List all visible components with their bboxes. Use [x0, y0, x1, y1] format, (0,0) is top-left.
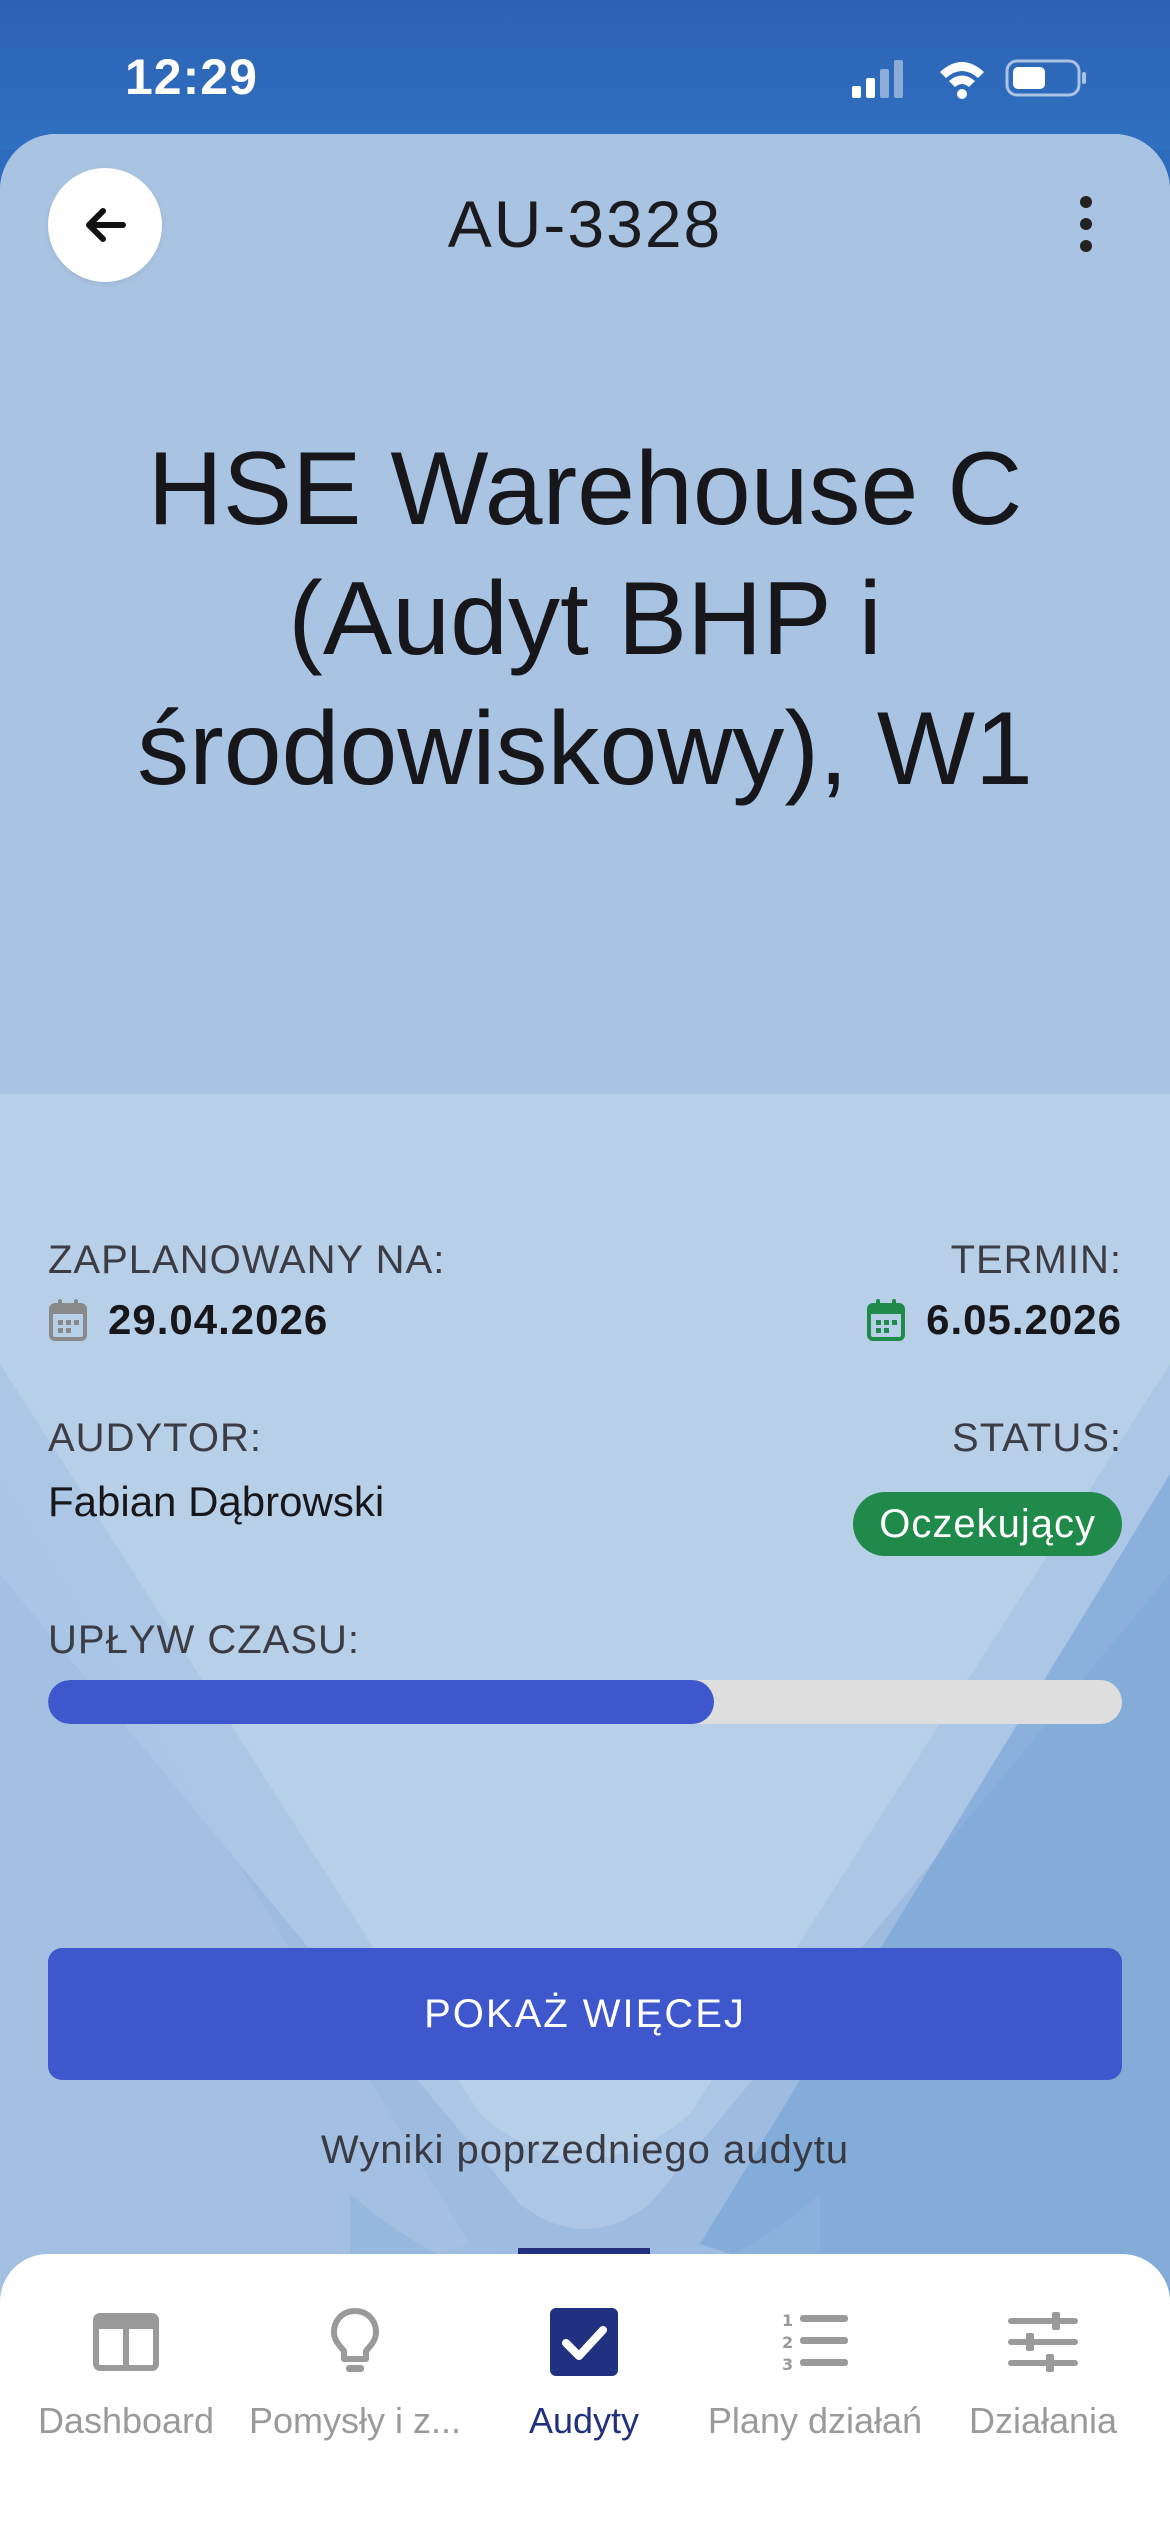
- status-bar: 12:29: [0, 0, 1170, 150]
- dashboard-icon: [93, 2313, 159, 2371]
- svg-text:2: 2: [782, 2333, 793, 2352]
- previous-audit-results-link[interactable]: Wyniki poprzedniego audytu: [0, 2128, 1170, 2173]
- svg-text:3: 3: [782, 2355, 793, 2374]
- nav-label-action-plans: Plany działań: [707, 2400, 923, 2441]
- more-options-button[interactable]: [1042, 174, 1130, 274]
- background-decoration: [0, 1364, 1170, 2394]
- status-time: 12:29: [125, 49, 258, 105]
- battery-icon: [1005, 59, 1086, 97]
- planned-date: 29.04.2026: [48, 1296, 328, 1344]
- nav-label-dashboard: Dashboard: [37, 2400, 215, 2441]
- audit-code: AU-3328: [447, 187, 723, 261]
- calendar-icon: [49, 1299, 87, 1341]
- deadline-date-value: 6.05.2026: [926, 1296, 1122, 1343]
- planned-date-value: 29.04.2026: [108, 1296, 329, 1343]
- nav-label-audits: Audyty: [528, 2400, 640, 2441]
- checkbox-icon: [550, 2308, 618, 2376]
- auditor-label: AUDYTOR:: [48, 1416, 262, 1460]
- lightbulb-icon: [331, 2308, 379, 2372]
- nav-item-actions[interactable]: Działania: [928, 2302, 1158, 2462]
- svg-text:1: 1: [782, 2311, 793, 2330]
- nav-item-dashboard[interactable]: Dashboard: [11, 2302, 241, 2462]
- bottom-navigation: Dashboard Pomysły i z... Audyty 1 2 3 Pl…: [0, 2254, 1170, 2532]
- status-label: STATUS:: [952, 1416, 1122, 1460]
- nav-item-ideas[interactable]: Pomysły i z...: [240, 2302, 470, 2462]
- nav-item-action-plans[interactable]: 1 2 3 Plany działań: [700, 2302, 930, 2462]
- wifi-icon: [940, 62, 984, 99]
- status-badge: Oczekujący: [853, 1492, 1122, 1556]
- audit-detail-sheet: AU-3328 HSE Warehouse C (Audyt BHP i śro…: [0, 134, 1170, 2532]
- time-elapsed-progress-bar: [48, 1680, 1122, 1724]
- audit-title: HSE Warehouse C (Audyt BHP i środowiskow…: [137, 431, 1033, 807]
- numbered-list-icon: 1 2 3: [782, 2311, 848, 2374]
- vertical-dots-icon: [1080, 196, 1092, 252]
- status-icons: [826, 56, 1086, 100]
- time-elapsed-label: UPŁYW CZASU:: [48, 1618, 361, 1662]
- nav-label-actions: Działania: [968, 2400, 1118, 2441]
- nav-label-ideas: Pomysły i z...: [248, 2400, 462, 2441]
- planned-date-label: ZAPLANOWANY NA:: [48, 1238, 446, 1282]
- show-more-button[interactable]: POKAŻ WIĘCEJ: [48, 1948, 1122, 2080]
- nav-item-audits[interactable]: Audyty: [469, 2302, 699, 2462]
- sliders-icon: [1008, 2312, 1078, 2372]
- deadline-label: TERMIN:: [950, 1238, 1122, 1282]
- cellular-signal-icon: [852, 60, 903, 98]
- deadline-date: 6.05.2026: [866, 1296, 1122, 1344]
- time-elapsed-progress-fill: [48, 1680, 714, 1724]
- calendar-icon: [867, 1299, 906, 1341]
- auditor-name: Fabian Dąbrowski: [48, 1478, 385, 1525]
